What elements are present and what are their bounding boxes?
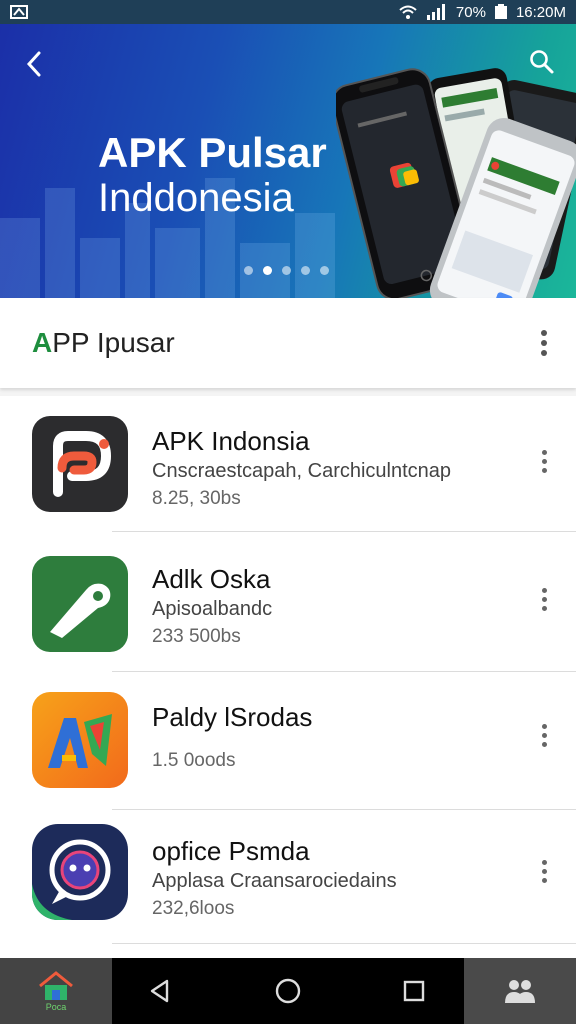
app-size: 1.5 0oods	[152, 750, 236, 771]
list-item[interactable]: Paldy lSrodas 1.5 0oods	[0, 674, 576, 810]
divider	[112, 531, 576, 532]
hero-banner[interactable]: APK Pulsar Inddonesia	[0, 24, 576, 298]
app-name: Adlk Oska	[152, 564, 271, 594]
notification-icon	[10, 4, 34, 20]
app-description: Apisoalbandc	[152, 598, 273, 620]
chevron-left-icon	[26, 51, 41, 77]
carousel-dot[interactable]	[320, 266, 329, 275]
home-tab-label: Poca	[45, 1001, 67, 1012]
carousel-dot[interactable]	[301, 266, 310, 275]
section-title: APP Ipusar	[32, 327, 175, 359]
square-recents-icon	[403, 980, 425, 1002]
chat-face-icon	[32, 824, 128, 920]
home-icon	[39, 970, 73, 1000]
section-more-button[interactable]	[532, 328, 556, 358]
clock: 16:20M	[515, 3, 566, 21]
home-nav-button[interactable]	[272, 975, 304, 1007]
divider	[112, 943, 576, 944]
colorful-a-icon	[32, 692, 128, 788]
app-description: Applasa Craansarociedains	[152, 870, 397, 892]
app-description: Cnscraestcapah, Carchiculntcnap	[152, 460, 452, 482]
app-name: APK Indonsia	[152, 426, 310, 456]
pulsar-p-icon	[32, 416, 128, 512]
signal-icon	[426, 4, 448, 20]
wifi-icon	[398, 4, 418, 20]
circle-home-icon	[275, 978, 301, 1004]
section-title-rest: PP Ipusar	[52, 327, 175, 358]
back-button[interactable]	[18, 48, 50, 80]
hero-subtitle: Inddonesia	[98, 176, 294, 220]
app-more-button[interactable]	[532, 856, 556, 886]
app-size: 232,6loos	[152, 898, 235, 919]
list-item[interactable]: APK Indonsia Cnscraestcapah, Carchiculnt…	[0, 396, 576, 532]
status-bar: 70% 16:20M	[0, 0, 576, 24]
carousel-dot[interactable]	[244, 266, 253, 275]
app-name: opfice Psmda	[152, 836, 310, 866]
list-item[interactable]: Adlk Oska Apisoalbandc 233 500bs	[0, 536, 576, 672]
section-title-accent: A	[32, 327, 53, 358]
app-name: Paldy lSrodas	[152, 702, 313, 732]
list-item[interactable]: opfice Psmda Applasa Craansarociedains 2…	[0, 808, 576, 944]
carousel-dots	[244, 266, 329, 275]
carousel-dot-active[interactable]	[263, 266, 272, 275]
divider	[112, 671, 576, 672]
app-size: 233 500bs	[152, 626, 241, 647]
app-more-button[interactable]	[532, 446, 556, 476]
home-tab[interactable]: Poca	[0, 958, 112, 1024]
app-size: 8.25, 30bs	[152, 488, 241, 509]
triangle-back-icon	[150, 979, 169, 1003]
recents-nav-button[interactable]	[398, 975, 430, 1007]
app-more-button[interactable]	[532, 720, 556, 750]
battery-percent: 70%	[455, 3, 486, 21]
navigation-bar: Poca	[0, 958, 576, 1024]
people-icon	[505, 980, 535, 1003]
section-header: APP Ipusar	[0, 298, 576, 388]
tag-icon	[32, 556, 128, 652]
people-tab[interactable]	[464, 958, 576, 1024]
app-list: APK Indonsia Cnscraestcapah, Carchiculnt…	[0, 396, 576, 958]
carousel-dot[interactable]	[282, 266, 291, 275]
back-nav-button[interactable]	[144, 975, 176, 1007]
app-more-button[interactable]	[532, 584, 556, 614]
phones-illustration	[336, 68, 576, 298]
battery-icon	[494, 4, 508, 20]
hero-title: APK Pulsar	[98, 129, 327, 176]
